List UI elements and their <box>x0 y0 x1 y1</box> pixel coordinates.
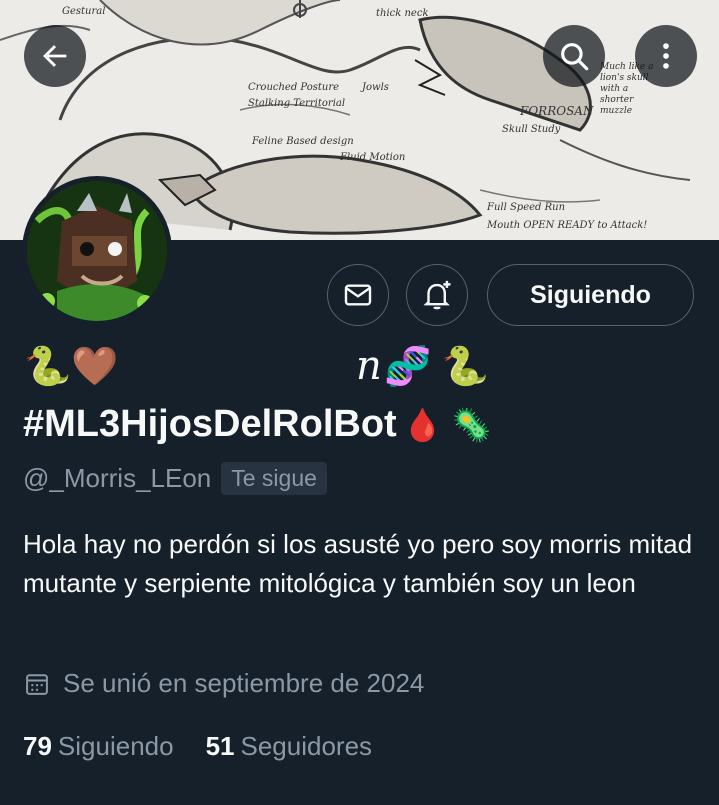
emoji-line-right: 🧬 🐍 <box>384 346 490 388</box>
message-button[interactable] <box>327 264 389 326</box>
display-name-emojis: 🩸 🦠 <box>402 406 492 443</box>
followers-count: 51 <box>205 731 235 761</box>
more-options-button[interactable] <box>635 25 697 87</box>
calendar-icon <box>26 673 48 695</box>
arrow-left-icon <box>43 45 67 67</box>
banner-note: Feline Based design <box>252 136 354 147</box>
emoji-line-left: 🐍🤎 <box>24 346 119 388</box>
banner-note: thick neck <box>376 8 429 19</box>
joined-text: Se unió en septiembre de 2024 <box>63 668 425 698</box>
following-button-label: Siguiendo <box>530 280 651 309</box>
banner-note: FORROSAN <box>520 104 594 118</box>
profile-bio: Hola hay no perdón si los asusté yo pero… <box>23 529 693 598</box>
emoji-line-letter: n <box>356 343 382 389</box>
following-stat-link[interactable]: 79 Siguiendo <box>23 731 174 762</box>
handle-row: @_Morris_LEon Te sigue <box>23 462 327 495</box>
banner-note: Jowls <box>362 82 389 93</box>
banner-note: Skull Study <box>502 124 561 135</box>
banner-note: Gestural <box>62 6 106 17</box>
following-button[interactable]: Siguiendo <box>487 264 694 326</box>
more-vertical-icon <box>663 43 669 69</box>
banner-note: Full Speed Run <box>487 202 566 213</box>
name-emoji-line: 🐍🤎 n 🧬 🐍 <box>24 343 524 397</box>
banner-note: Mouth OPEN READY to Attack! <box>487 220 648 231</box>
follow-stats: 79 Siguiendo 51 Seguidores <box>23 731 372 762</box>
joined-date: Se unió en septiembre de 2024 <box>23 668 424 699</box>
followers-label: Seguidores <box>240 731 373 761</box>
avatar[interactable] <box>22 176 172 326</box>
search-icon <box>561 43 589 71</box>
banner-note: Fluid Motion <box>340 152 406 163</box>
search-button[interactable] <box>543 25 605 87</box>
banner-note: Crouched Posture <box>248 82 340 93</box>
back-button[interactable] <box>24 25 86 87</box>
display-name-text: #ML3HijosDelRolBot <box>23 403 397 445</box>
bell-plus-icon <box>423 280 451 310</box>
follows-you-badge: Te sigue <box>221 462 327 495</box>
banner-note: Stalking Territorial <box>248 98 346 109</box>
followers-stat-link[interactable]: 51 Seguidores <box>206 731 372 762</box>
username-handle: @_Morris_LEon <box>23 463 212 493</box>
envelope-icon <box>344 284 372 306</box>
display-name: #ML3HijosDelRolBot 🩸 🦠 <box>23 403 491 446</box>
following-count: 79 <box>23 731 52 761</box>
following-label: Siguiendo <box>57 731 174 761</box>
avatar-image <box>27 181 167 321</box>
notifications-button[interactable] <box>406 264 468 326</box>
